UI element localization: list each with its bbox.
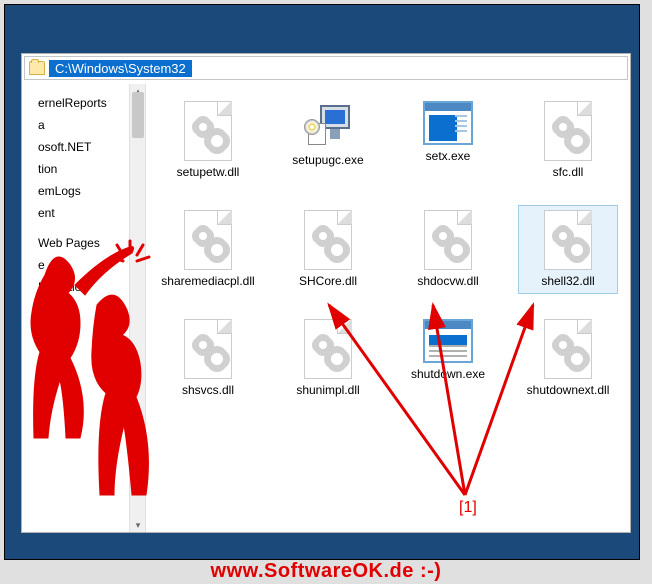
file-label: setupetw.dll [177,165,240,180]
file-item[interactable]: shell32.dll [518,205,618,294]
file-item[interactable]: sharemediacpl.dll [158,205,258,294]
tree-item-label: Definition [38,280,88,294]
annotation-footnote: [1] [459,499,477,517]
dll-file-icon [304,210,352,270]
tree-item[interactable] [24,224,143,232]
tree-item[interactable]: tion [24,158,143,180]
folder-icon [29,61,45,75]
file-label: shutdownext.dll [527,383,610,398]
file-label: sfc.dll [553,165,584,180]
file-label: shutdown.exe [411,367,485,382]
dll-file-icon [544,101,592,161]
file-label: setx.exe [426,149,471,164]
window-frame: C:\Windows\System32 ernelReports a osoft.N… [4,4,640,560]
tree-item-label: a [38,118,45,132]
tree-item[interactable]: emLogs [24,180,143,202]
scroll-thumb[interactable] [132,92,144,138]
tree-item-label: emLogs [38,184,81,198]
tree-item[interactable]: ng [24,328,143,350]
tree-item-label: tion [38,162,57,176]
file-item[interactable]: setupetw.dll [158,96,258,185]
tree-item-label: Web Pages [38,236,100,250]
installer-exe-icon [304,101,352,149]
file-item[interactable]: setx.exe [398,96,498,185]
tree-item-label: e [38,258,45,272]
main-area: ernelReports a osoft.NET tion emLogs ent Web P… [22,84,630,532]
tree-item[interactable] [24,298,143,306]
file-label: sharemediacpl.dll [161,274,254,289]
dll-file-icon [544,319,592,379]
file-item[interactable]: setupugc.exe [278,96,378,185]
dll-file-icon [184,101,232,161]
tree-item-label: osoft.NET [38,140,91,154]
dll-file-icon [184,210,232,270]
file-item[interactable]: shsvcs.dll [158,314,258,403]
dll-file-icon [184,319,232,379]
file-item[interactable]: SHCore.dll [278,205,378,294]
file-label: shell32.dll [541,274,594,289]
tree-item-label: alog [38,310,61,324]
watermark-text: www.SoftwareOK.de :-) [0,560,652,583]
tree-item-label: ent [38,206,55,220]
tree-item-label: ernelReports [38,96,107,110]
tree-item[interactable]: osoft.NET [24,136,143,158]
tree-scrollbar[interactable]: ▴ ▾ [129,84,145,532]
tree-item[interactable]: a [24,114,143,136]
tree-item[interactable]: Definition [24,276,143,298]
tree-item[interactable]: ernelReports [24,92,143,114]
file-item[interactable]: shutdown.exe [398,314,498,403]
file-item[interactable]: shutdownext.dll [518,314,618,403]
file-label: shunimpl.dll [296,383,359,398]
scroll-down-arrow[interactable]: ▾ [130,518,146,532]
file-item[interactable]: sfc.dll [518,96,618,185]
tree-item[interactable]: e [24,254,143,276]
exe-window-icon [423,101,473,145]
tree-item[interactable]: ent [24,202,143,224]
file-item[interactable]: shunimpl.dll [278,314,378,403]
tree-item[interactable]: alog [24,306,143,328]
folder-tree[interactable]: ernelReports a osoft.NET tion emLogs ent Web P… [22,84,146,532]
tree-item-label: ng [38,332,51,346]
file-label: setupugc.exe [292,153,363,168]
explorer-window: C:\Windows\System32 ernelReports a osoft.N… [21,53,631,533]
tree-item[interactable]: Web Pages [24,232,143,254]
dll-file-icon [544,210,592,270]
files-pane[interactable]: setupetw.dll setupugc.exe setx.exe sfc.dll s… [146,84,630,532]
address-bar[interactable]: C:\Windows\System32 [24,56,628,80]
file-label: shsvcs.dll [182,383,234,398]
dll-file-icon [424,210,472,270]
dll-file-icon [304,319,352,379]
exe-list-icon [423,319,473,363]
file-label: SHCore.dll [299,274,357,289]
file-label: shdocvw.dll [417,274,478,289]
address-path[interactable]: C:\Windows\System32 [49,60,192,77]
file-item[interactable]: shdocvw.dll [398,205,498,294]
